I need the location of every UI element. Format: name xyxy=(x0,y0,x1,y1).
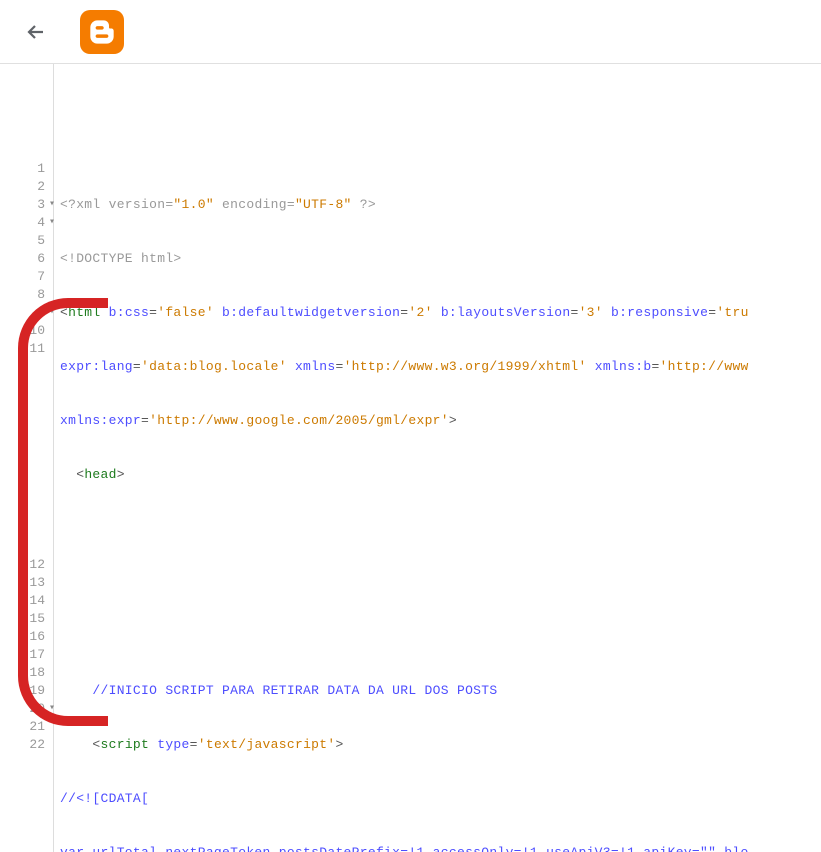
back-button[interactable] xyxy=(16,12,56,52)
code-editor[interactable]: 12345678910111213141516171819202122 <?xm… xyxy=(0,64,821,852)
header xyxy=(0,0,821,64)
code-content[interactable]: <?xml version="1.0" encoding="UTF-8" ?> … xyxy=(54,64,821,852)
blogger-icon xyxy=(88,18,116,46)
blogger-logo[interactable] xyxy=(80,10,124,54)
line-gutter: 12345678910111213141516171819202122 xyxy=(0,64,54,852)
arrow-left-icon xyxy=(24,20,48,44)
